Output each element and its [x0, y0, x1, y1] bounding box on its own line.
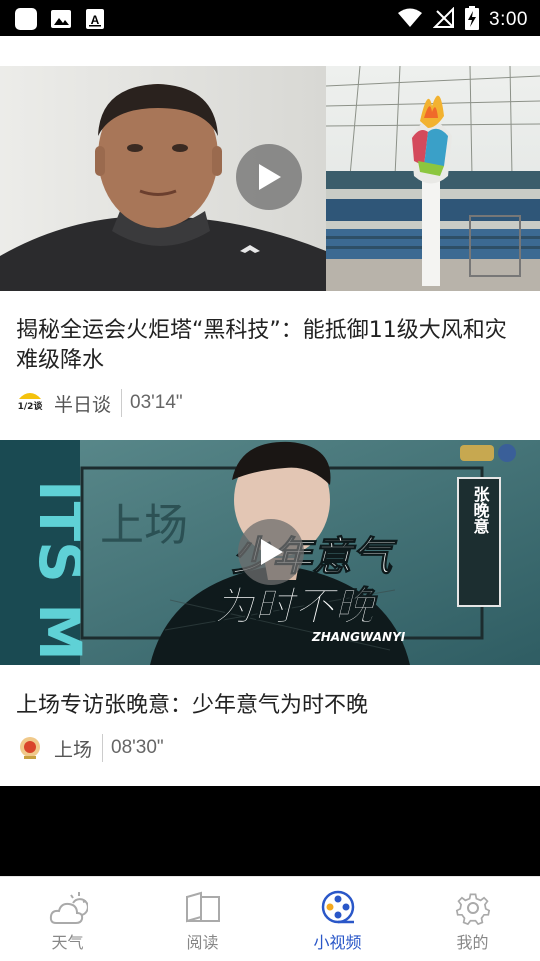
play-icon	[259, 164, 281, 190]
video-title[interactable]: 揭秘全运会火炬塔“黑科技”：能抵御11级大风和灾难级降水	[16, 316, 522, 376]
nav-item-short-video[interactable]: 小视频	[270, 877, 405, 961]
video-duration: 03'14"	[130, 392, 183, 413]
text-a-icon: A	[84, 8, 106, 34]
clock: 3:00	[489, 9, 528, 30]
nav-item-mine[interactable]: 我的	[405, 877, 540, 961]
header-spacer	[0, 36, 540, 66]
svg-text:ZHANGWANYI: ZHANGWANYI	[311, 630, 406, 644]
image-icon	[50, 8, 72, 34]
meta-divider	[102, 734, 104, 762]
play-icon	[261, 539, 283, 565]
source-name[interactable]: 上场	[54, 735, 92, 762]
bottom-nav: 天气 阅读 小视频 我的	[0, 876, 540, 961]
source-avatar[interactable]	[16, 734, 44, 762]
source-avatar[interactable]: 1/2谈	[16, 389, 44, 417]
book-icon	[185, 891, 220, 923]
play-button[interactable]	[238, 519, 304, 585]
video-card[interactable]: ITS ME 上场 张晚意 少年意气 为时不晚 ZHANGWANYI 上场专访张…	[0, 440, 540, 786]
status-bar: A 3:00	[0, 0, 540, 36]
video-meta: 上场 08'30"	[16, 733, 164, 763]
video-thumbnail[interactable]	[0, 66, 540, 291]
no-signal-icon	[432, 6, 455, 33]
battery-charging-icon	[465, 6, 480, 34]
video-title[interactable]: 上场专访张晚意：少年意气为时不晚	[16, 691, 522, 721]
nav-label: 阅读	[186, 933, 219, 952]
nav-label: 小视频	[313, 933, 362, 952]
video-thumbnail[interactable]: ITS ME 上场 张晚意 少年意气 为时不晚 ZHANGWANYI	[0, 440, 540, 665]
nav-label: 我的	[456, 933, 489, 952]
svg-text:A: A	[91, 13, 100, 27]
film-reel-icon	[321, 890, 354, 924]
nav-label: 天气	[51, 933, 84, 952]
svg-text:张晚意: 张晚意	[471, 486, 490, 535]
video-card[interactable]: 揭秘全运会火炬塔“黑科技”：能抵御11级大风和灾难级降水 1/2谈 半日谈 03…	[0, 66, 540, 440]
weather-icon	[49, 892, 88, 924]
video-duration: 08'30"	[111, 737, 164, 758]
wifi-icon	[397, 7, 423, 33]
meta-divider	[121, 389, 123, 417]
svg-text:1/2谈: 1/2谈	[18, 400, 44, 412]
nav-item-reading[interactable]: 阅读	[135, 877, 270, 961]
svg-text:为时不晚: 为时不晚	[214, 584, 378, 630]
svg-text:上场: 上场	[100, 500, 188, 551]
nav-item-weather[interactable]: 天气	[0, 877, 135, 961]
gear-icon	[455, 893, 490, 926]
video-meta: 1/2谈 半日谈 03'14"	[16, 388, 183, 418]
source-name[interactable]: 半日谈	[54, 390, 111, 417]
play-button[interactable]	[236, 144, 302, 210]
app-square-icon	[14, 7, 38, 35]
